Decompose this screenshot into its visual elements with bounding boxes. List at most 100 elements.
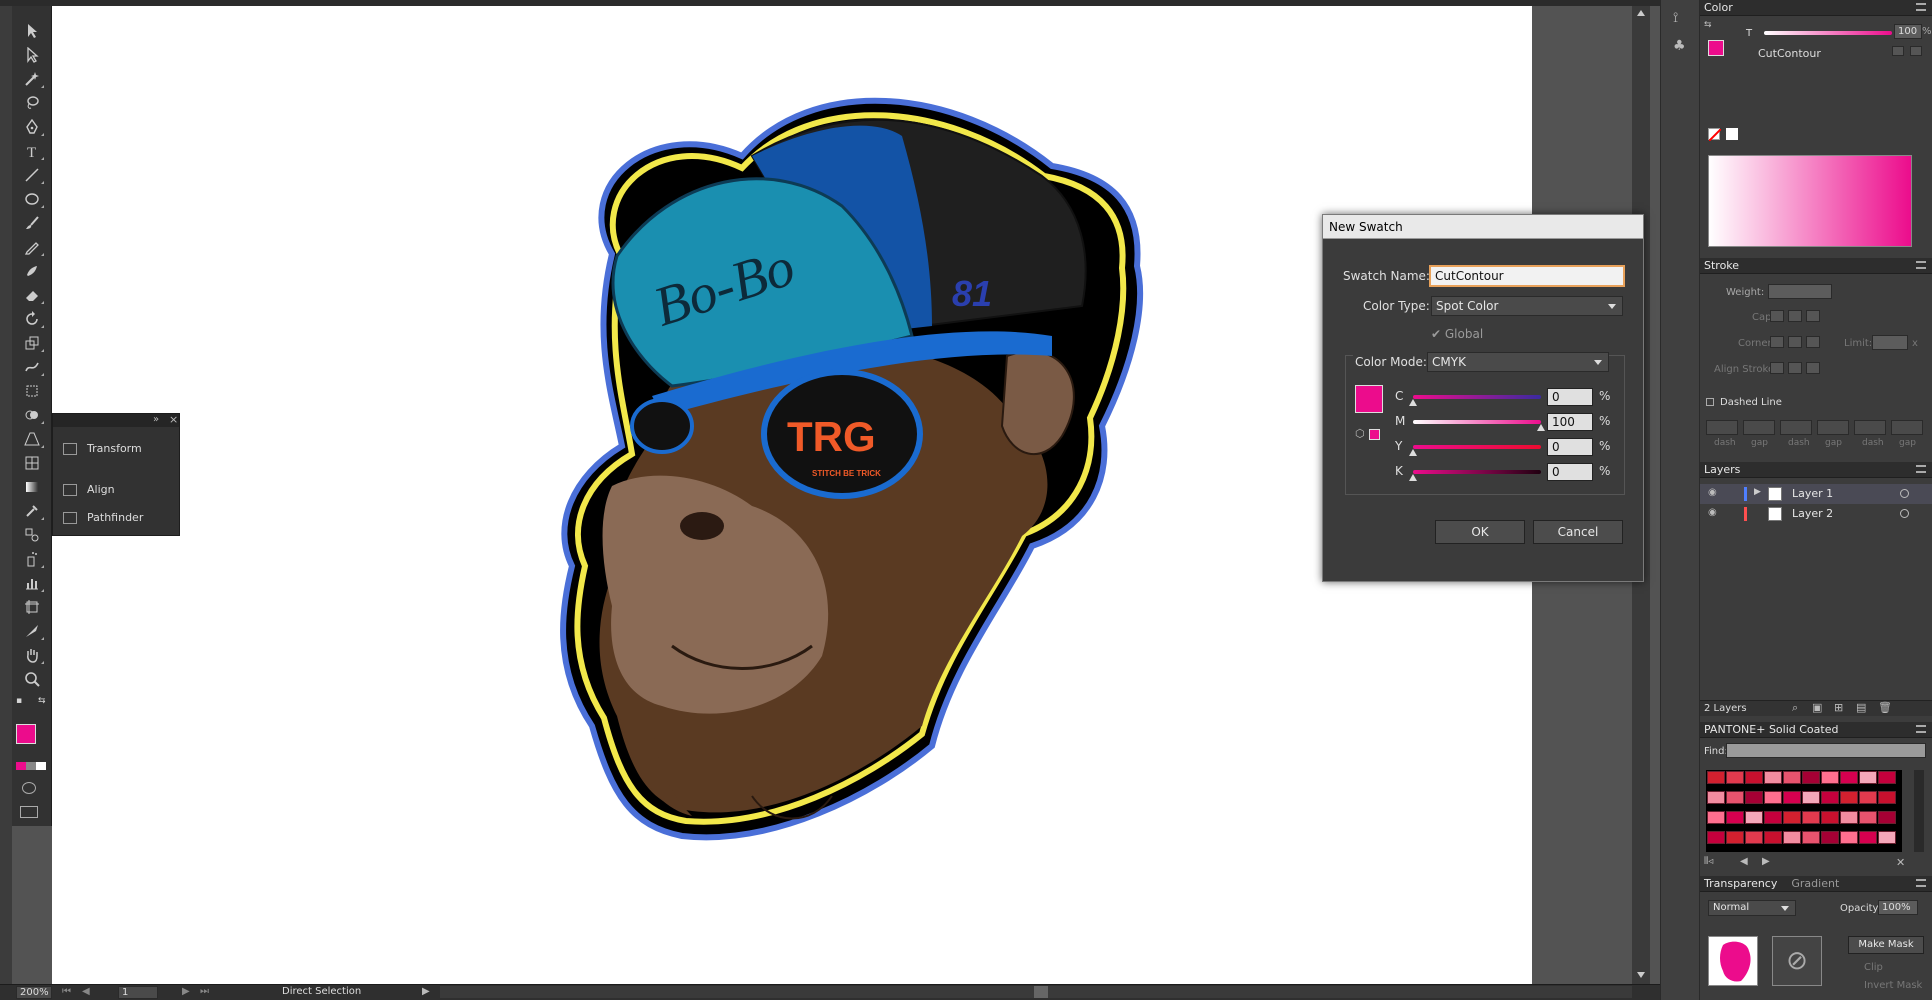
- cancel-button[interactable]: Cancel: [1533, 520, 1623, 544]
- align-inside-button[interactable]: [1788, 362, 1802, 374]
- pantone-swatch[interactable]: [1840, 811, 1858, 824]
- graph-icon[interactable]: [18, 572, 46, 594]
- tab-gradient[interactable]: Gradient: [1791, 877, 1839, 890]
- pantone-swatch[interactable]: [1764, 811, 1782, 824]
- miter-limit-input[interactable]: [1872, 335, 1908, 350]
- pantone-swatch[interactable]: [1878, 831, 1896, 844]
- draw-mode-icon[interactable]: [22, 782, 36, 794]
- pencil-icon[interactable]: [18, 236, 46, 258]
- object-thumbnail[interactable]: [1708, 936, 1758, 986]
- pantone-swatch[interactable]: [1726, 771, 1744, 784]
- screen-mode-icon[interactable]: [20, 806, 38, 818]
- align-center-button[interactable]: [1770, 362, 1784, 374]
- lasso-icon[interactable]: [18, 92, 46, 114]
- pantone-swatch[interactable]: [1840, 771, 1858, 784]
- no-mask-icon[interactable]: ⊘: [1772, 936, 1822, 986]
- swatch-library-header[interactable]: PANTONE+ Solid Coated: [1700, 722, 1932, 738]
- mesh-icon[interactable]: [18, 452, 46, 474]
- pantone-swatch[interactable]: [1840, 831, 1858, 844]
- invert-mask-checkbox[interactable]: Invert Mask: [1864, 980, 1922, 991]
- swatch-library-menu-icon[interactable]: ⫴◃: [1704, 856, 1713, 867]
- monkey-artwork[interactable]: Bo-Bo 81 TRG STITCH BE TRICK: [52, 6, 1532, 984]
- color-panel-header[interactable]: Color: [1700, 0, 1932, 16]
- layers-panel-header[interactable]: Layers: [1700, 462, 1932, 478]
- new-layer-icon[interactable]: ▤: [1856, 701, 1866, 714]
- next-library-icon[interactable]: ▶: [1762, 856, 1770, 867]
- cap-round-button[interactable]: [1788, 310, 1802, 322]
- panel-item-transform[interactable]: Transform: [63, 442, 142, 455]
- new-sublayer-icon[interactable]: ⊞: [1834, 701, 1843, 714]
- first-artboard-icon[interactable]: ⏮: [62, 986, 71, 997]
- pantone-swatch[interactable]: [1821, 791, 1839, 804]
- warp-icon[interactable]: [18, 356, 46, 378]
- swatch-scrollbar[interactable]: [1914, 770, 1924, 852]
- shape-builder-icon[interactable]: [18, 404, 46, 426]
- symbols-icon[interactable]: ♣: [1673, 38, 1686, 54]
- color-type-select[interactable]: Spot Color: [1431, 296, 1623, 316]
- pantone-swatch[interactable]: [1783, 771, 1801, 784]
- pantone-swatch[interactable]: [1859, 791, 1877, 804]
- pantone-swatch[interactable]: [1821, 831, 1839, 844]
- collapse-icon[interactable]: »: [153, 414, 159, 425]
- pantone-swatch[interactable]: [1745, 831, 1763, 844]
- color-mode-select[interactable]: CMYK: [1427, 352, 1609, 372]
- layer-row[interactable]: ◉ ▶ Layer 1: [1700, 484, 1932, 504]
- make-clipping-mask-icon[interactable]: ▣: [1812, 701, 1822, 714]
- expand-triangle-icon[interactable]: ▶: [1754, 487, 1761, 497]
- pantone-swatch[interactable]: [1859, 771, 1877, 784]
- zoom-level[interactable]: 200%: [16, 986, 52, 999]
- cap-projecting-button[interactable]: [1806, 310, 1820, 322]
- cap-butt-button[interactable]: [1770, 310, 1784, 322]
- previous-artboard-icon[interactable]: ◀: [82, 986, 90, 997]
- align-outside-button[interactable]: [1806, 362, 1820, 374]
- channel-input-m[interactable]: 100: [1547, 413, 1593, 431]
- tab-transparency[interactable]: Transparency: [1704, 877, 1777, 890]
- pantone-swatch[interactable]: [1764, 771, 1782, 784]
- rotate-icon[interactable]: [18, 308, 46, 330]
- color-fill-swatch[interactable]: [1708, 40, 1724, 56]
- pantone-swatch[interactable]: [1802, 791, 1820, 804]
- blob-brush-icon[interactable]: [18, 260, 46, 282]
- eye-icon[interactable]: ◉: [1708, 487, 1717, 498]
- dashed-line-checkbox[interactable]: [1706, 398, 1714, 406]
- tint-slider[interactable]: [1764, 31, 1892, 35]
- no-swatch-icon[interactable]: ✕: [1896, 856, 1905, 869]
- perspective-icon[interactable]: [18, 428, 46, 450]
- paintbrush-icon[interactable]: [18, 212, 46, 234]
- cube-icon[interactable]: ⬡: [1355, 427, 1365, 440]
- channel-slider-k[interactable]: [1413, 470, 1541, 474]
- previous-library-icon[interactable]: ◀: [1740, 856, 1748, 867]
- white-swatch[interactable]: [1726, 128, 1738, 140]
- next-artboard-icon[interactable]: ▶: [182, 986, 190, 997]
- pantone-swatch[interactable]: [1840, 791, 1858, 804]
- channel-slider-thumb[interactable]: [1409, 449, 1417, 456]
- channel-input-y[interactable]: 0: [1547, 438, 1593, 456]
- transparency-panel-header[interactable]: Transparency Gradient: [1700, 876, 1932, 892]
- free-transform-icon[interactable]: [18, 380, 46, 402]
- stroke-weight-input[interactable]: [1768, 284, 1832, 299]
- global-checkbox[interactable]: ✔ Global: [1431, 327, 1483, 341]
- pantone-swatch[interactable]: [1802, 811, 1820, 824]
- ok-button[interactable]: OK: [1435, 520, 1525, 544]
- symbol-sprayer-icon[interactable]: [18, 548, 46, 570]
- pantone-swatch[interactable]: [1707, 771, 1725, 784]
- pen-icon[interactable]: [18, 116, 46, 138]
- brushes-icon[interactable]: ⟟: [1673, 10, 1678, 26]
- horizontal-scroll-thumb[interactable]: [1034, 986, 1048, 998]
- stroke-panel-header[interactable]: Stroke: [1700, 258, 1932, 274]
- pantone-swatch[interactable]: [1878, 811, 1896, 824]
- pantone-swatch[interactable]: [1764, 791, 1782, 804]
- panel-item-pathfinder[interactable]: Pathfinder: [63, 511, 143, 524]
- eyedropper-icon[interactable]: [18, 500, 46, 522]
- opacity-input[interactable]: 100%: [1878, 900, 1918, 915]
- pantone-swatch[interactable]: [1707, 791, 1725, 804]
- panel-menu-icon[interactable]: [1916, 261, 1926, 269]
- scale-icon[interactable]: [18, 332, 46, 354]
- panel-menu-icon[interactable]: [1916, 465, 1926, 473]
- channel-input-k[interactable]: 0: [1547, 463, 1593, 481]
- dash-gap-input[interactable]: [1743, 420, 1775, 435]
- corner-round-button[interactable]: [1788, 336, 1802, 348]
- pantone-swatch[interactable]: [1726, 811, 1744, 824]
- panel-menu-icon[interactable]: [1916, 3, 1926, 11]
- hand-icon[interactable]: [18, 644, 46, 666]
